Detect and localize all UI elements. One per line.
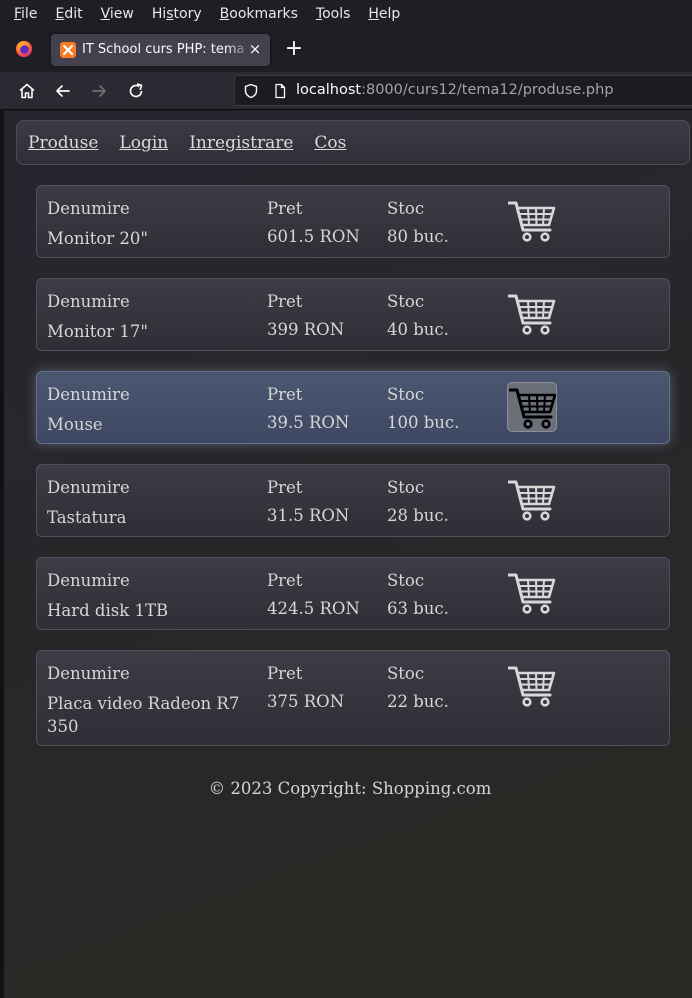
product-name-label: Denumire xyxy=(47,664,130,683)
product-price: 399 RON xyxy=(267,320,345,339)
add-to-cart-button[interactable] xyxy=(507,568,557,618)
tab-close-button[interactable]: × xyxy=(246,39,264,59)
nav-link-login[interactable]: Login xyxy=(119,133,168,153)
add-to-cart-button[interactable] xyxy=(507,196,557,246)
product-name: Monitor 17" xyxy=(47,322,149,341)
page-content: Produse Login Inregistrare Cos Denumire … xyxy=(0,111,692,998)
product-price: 39.5 RON xyxy=(267,413,350,432)
product-stock-label: Stoc xyxy=(387,571,425,590)
add-to-cart-button[interactable] xyxy=(507,382,557,432)
back-arrow-icon[interactable] xyxy=(53,81,73,101)
product-stock: 28 buc. xyxy=(387,506,449,525)
tab-bar: IT School curs PHP: tema curs 12 × + xyxy=(0,28,692,72)
add-to-cart-button[interactable] xyxy=(507,289,557,339)
shopping-cart-icon xyxy=(509,388,557,429)
product-price: 375 RON xyxy=(267,692,345,711)
home-icon[interactable] xyxy=(17,81,37,101)
product-price: 424.5 RON xyxy=(267,599,360,618)
product-name-label: Denumire xyxy=(47,478,130,497)
product-name: Tastatura xyxy=(47,508,127,527)
product-stock-label: Stoc xyxy=(387,478,425,497)
product-name: Hard disk 1TB xyxy=(47,601,169,620)
navigation-toolbar: localhost:8000/curs12/tema12/produse.php xyxy=(0,72,692,110)
add-to-cart-button[interactable] xyxy=(507,475,557,525)
page-icon[interactable] xyxy=(272,83,288,99)
product-price: 31.5 RON xyxy=(267,506,350,525)
menu-bookmarks[interactable]: Bookmarks xyxy=(220,6,298,22)
forward-arrow-icon[interactable] xyxy=(89,81,109,101)
reload-icon[interactable] xyxy=(126,81,146,101)
product-card: Denumire Monitor 17" Pret 399 RON Stoc 4… xyxy=(36,278,670,351)
url-text[interactable]: localhost:8000/curs12/tema12/produse.php xyxy=(296,82,614,98)
product-price-label: Pret xyxy=(267,292,303,311)
shopping-cart-icon xyxy=(508,666,556,707)
menu-bar: File Edit View History Bookmarks Tools H… xyxy=(0,0,692,28)
new-tab-button[interactable]: + xyxy=(283,38,305,60)
product-card: Denumire Monitor 20" Pret 601.5 RON Stoc… xyxy=(36,185,670,258)
menu-history[interactable]: History xyxy=(152,6,202,22)
product-price-label: Pret xyxy=(267,664,303,683)
product-name: Monitor 20" xyxy=(47,229,149,248)
url-bar[interactable]: localhost:8000/curs12/tema12/produse.php xyxy=(234,75,692,106)
site-navbar: Produse Login Inregistrare Cos xyxy=(16,120,690,165)
nav-link-inregistrare[interactable]: Inregistrare xyxy=(189,133,293,153)
product-name-label: Denumire xyxy=(47,571,130,590)
product-stock: 40 buc. xyxy=(387,320,449,339)
product-card: Denumire Mouse Pret 39.5 RON Stoc 100 bu… xyxy=(36,371,670,444)
product-stock: 63 buc. xyxy=(387,599,449,618)
product-price: 601.5 RON xyxy=(267,227,360,246)
product-price-label: Pret xyxy=(267,571,303,590)
product-stock: 80 buc. xyxy=(387,227,449,246)
xampp-icon xyxy=(60,42,76,58)
product-name: Mouse xyxy=(47,415,103,434)
shopping-cart-icon xyxy=(508,294,556,335)
product-stock: 100 buc. xyxy=(387,413,460,432)
product-price-label: Pret xyxy=(267,478,303,497)
product-name-label: Denumire xyxy=(47,292,130,311)
product-stock-label: Stoc xyxy=(387,292,425,311)
product-stock-label: Stoc xyxy=(387,664,425,683)
nav-link-cos[interactable]: Cos xyxy=(314,133,346,153)
tab-title: IT School curs PHP: tema curs 12 xyxy=(82,42,252,57)
menu-edit[interactable]: Edit xyxy=(55,6,82,22)
product-stock-label: Stoc xyxy=(387,199,425,218)
nav-link-produse[interactable]: Produse xyxy=(28,133,98,153)
shopping-cart-icon xyxy=(508,201,556,242)
footer-copyright: © 2023 Copyright: Shopping.com xyxy=(208,779,492,798)
product-price-label: Pret xyxy=(267,385,303,404)
product-card: Denumire Placa video Radeon R7 350 Pret … xyxy=(36,650,670,746)
menu-help[interactable]: Help xyxy=(368,6,400,22)
add-to-cart-button[interactable] xyxy=(507,661,557,711)
menu-tools[interactable]: Tools xyxy=(316,6,351,22)
tab-active[interactable]: IT School curs PHP: tema curs 12 × xyxy=(51,34,270,66)
product-card: Denumire Tastatura Pret 31.5 RON Stoc 28… xyxy=(36,464,670,537)
tracking-shield-icon[interactable] xyxy=(243,83,259,99)
product-name: Placa video Radeon R7 350 xyxy=(47,694,240,736)
shopping-cart-icon xyxy=(508,573,556,614)
product-name-label: Denumire xyxy=(47,199,130,218)
menu-file[interactable]: File xyxy=(14,6,37,22)
product-card: Denumire Hard disk 1TB Pret 424.5 RON St… xyxy=(36,557,670,630)
product-price-label: Pret xyxy=(267,199,303,218)
product-name-label: Denumire xyxy=(47,385,130,404)
product-stock: 22 buc. xyxy=(387,692,449,711)
product-stock-label: Stoc xyxy=(387,385,425,404)
shopping-cart-icon xyxy=(508,480,556,521)
firefox-logo-icon[interactable] xyxy=(15,40,33,58)
menu-view[interactable]: View xyxy=(101,6,134,22)
